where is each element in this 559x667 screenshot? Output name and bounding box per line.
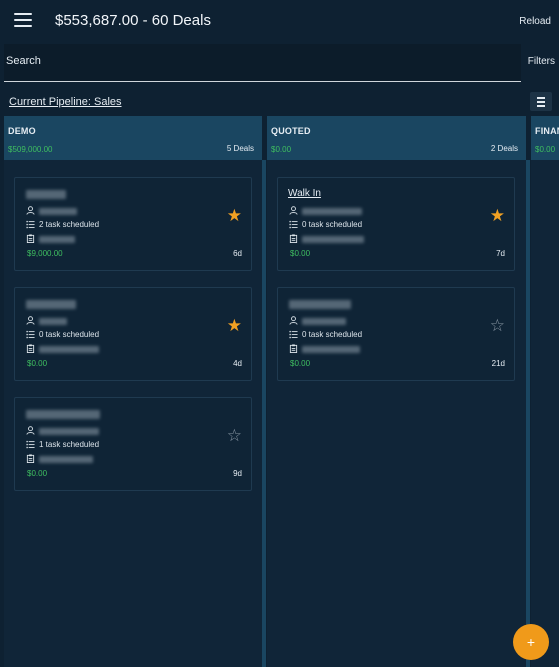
person-icon — [289, 316, 298, 325]
deal-title[interactable]: Walk In — [288, 188, 321, 199]
person-icon — [26, 316, 35, 325]
deal-age: 6d — [233, 249, 242, 258]
star-empty-icon[interactable]: ☆ — [227, 427, 242, 444]
redacted-contact — [39, 208, 77, 215]
deal-card[interactable]: 0 task scheduled $0.00 4d ★ — [14, 287, 252, 381]
column-body-finan — [531, 160, 559, 667]
deal-age: 21d — [491, 359, 505, 368]
task-list-icon — [289, 220, 298, 229]
redacted-company — [302, 236, 364, 243]
deal-age: 9d — [233, 469, 242, 478]
column-header-demo: DEMO $509,000.00 5 Deals — [4, 116, 262, 160]
redacted-company — [39, 346, 99, 353]
deal-card[interactable]: 2 task scheduled $9,000.00 6d ★ — [14, 177, 252, 271]
task-count: 0 task scheduled — [302, 220, 363, 229]
page-title: $553,687.00 - 60 Deals — [55, 12, 211, 29]
deal-amount: $0.00 — [290, 359, 311, 368]
clipboard-icon — [289, 234, 298, 243]
star-empty-icon[interactable]: ☆ — [490, 317, 505, 334]
task-count: 2 task scheduled — [39, 220, 100, 229]
redacted-deal-title — [26, 190, 66, 199]
deal-age: 4d — [233, 359, 242, 368]
search-box — [4, 44, 521, 82]
hamburger-menu-icon[interactable] — [14, 13, 32, 27]
pipeline-selector[interactable]: Current Pipeline: Sales — [9, 96, 122, 108]
filters-button[interactable]: Filters — [528, 56, 555, 67]
redacted-deal-title — [26, 410, 100, 419]
person-icon — [26, 206, 35, 215]
clipboard-icon — [289, 344, 298, 353]
star-filled-icon[interactable]: ★ — [227, 317, 242, 334]
reload-button[interactable]: Reload — [519, 16, 551, 27]
task-list-icon — [26, 220, 35, 229]
column-amount: $0.00 — [271, 145, 292, 154]
task-list-icon — [26, 440, 35, 449]
deal-amount: $0.00 — [27, 469, 48, 478]
column-header-finan: FINAN $0.00 — [531, 116, 559, 160]
list-view-icon[interactable] — [530, 92, 552, 111]
clipboard-icon — [26, 344, 35, 353]
star-filled-icon[interactable]: ★ — [227, 207, 242, 224]
column-deal-count: 5 Deals — [226, 144, 254, 153]
deal-age: 7d — [496, 249, 505, 258]
redacted-company — [39, 456, 93, 463]
redacted-contact — [39, 318, 67, 325]
add-deal-button[interactable]: + — [513, 624, 549, 660]
top-bar: $553,687.00 - 60 Deals Reload — [0, 0, 559, 42]
deal-amount: $0.00 — [290, 249, 311, 258]
column-divider — [262, 160, 266, 667]
redacted-deal-title — [289, 300, 351, 309]
deal-amount: $0.00 — [27, 359, 48, 368]
star-filled-icon[interactable]: ★ — [490, 207, 505, 224]
column-name: FINAN — [535, 126, 559, 136]
redacted-contact — [39, 428, 99, 435]
deal-card[interactable]: 1 task scheduled $0.00 9d ☆ — [14, 397, 252, 491]
column-amount: $0.00 — [535, 145, 556, 154]
task-list-icon — [26, 330, 35, 339]
redacted-deal-title — [26, 300, 76, 309]
person-icon — [26, 426, 35, 435]
column-name: DEMO — [8, 126, 36, 136]
person-icon — [289, 206, 298, 215]
search-input[interactable] — [6, 44, 506, 78]
redacted-contact — [302, 208, 362, 215]
task-list-icon — [289, 330, 298, 339]
deal-amount: $9,000.00 — [27, 249, 63, 258]
deal-card[interactable]: Walk In 0 task scheduled $0.00 7d ★ — [277, 177, 515, 271]
redacted-contact — [302, 318, 346, 325]
column-amount: $509,000.00 — [8, 145, 53, 154]
column-divider — [526, 160, 530, 667]
clipboard-icon — [26, 234, 35, 243]
clipboard-icon — [26, 454, 35, 463]
column-deal-count: 2 Deals — [490, 144, 518, 153]
task-count: 1 task scheduled — [39, 440, 100, 449]
redacted-company — [39, 236, 75, 243]
deal-card[interactable]: 0 task scheduled $0.00 21d ☆ — [277, 287, 515, 381]
column-name: QUOTED — [271, 126, 311, 136]
task-count: 0 task scheduled — [302, 330, 363, 339]
task-count: 0 task scheduled — [39, 330, 100, 339]
search-row: Filters — [0, 42, 559, 82]
column-header-quoted: QUOTED $0.00 2 Deals — [267, 116, 526, 160]
redacted-company — [302, 346, 360, 353]
